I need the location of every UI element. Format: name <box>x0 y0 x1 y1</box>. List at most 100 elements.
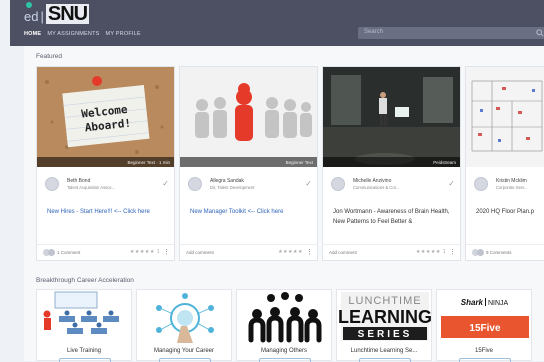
commenter-avatar <box>477 249 484 256</box>
banner-line1: LUNCHTIME <box>348 295 421 307</box>
check-icon[interactable]: ✓ <box>448 179 455 188</box>
tile-label: Live Training <box>66 348 102 354</box>
author-name: Beth Bond <box>67 178 91 184</box>
card-thumbnail-floorplan <box>466 67 544 167</box>
avatar <box>188 177 202 191</box>
tile-label: 15Five <box>474 348 493 354</box>
card-title-link[interactable]: New Manager Toolkit <-- Click here <box>190 207 314 217</box>
featured-card[interactable]: Peidstream Michelle Anzivino Communicati… <box>322 66 461 261</box>
comment-count[interactable]: 1 Comment <box>57 250 80 255</box>
more-options-icon[interactable]: ⋮ <box>449 248 456 256</box>
standout-figures-image <box>180 67 317 167</box>
search-input[interactable]: Search <box>358 27 544 39</box>
presentation-room-image <box>323 67 460 167</box>
check-icon[interactable]: ✓ <box>162 179 169 188</box>
card-tag: Beginner Text <box>180 157 317 167</box>
course-tile-15five[interactable]: Shark NINJA 15Five 15Five <box>436 289 532 362</box>
search-icon[interactable] <box>536 29 544 37</box>
add-comment-link[interactable]: Add comment <box>329 250 357 255</box>
add-comment-link[interactable]: Add comment <box>186 250 214 255</box>
tile-image: LUNCHTIME LEARNING SERIES <box>337 290 431 343</box>
author-role: Dir, Talent Development <box>210 185 255 190</box>
rating-stars[interactable]: ★★★★★ 1 <box>416 249 446 255</box>
shark-brand: Shark <box>461 298 484 307</box>
card-tag: Peidstream <box>323 157 460 167</box>
more-options-icon[interactable]: ⋮ <box>306 248 313 256</box>
featured-card[interactable]: Kristin Mcklim Corporate Serv... 2020 HQ… <box>465 66 544 261</box>
card-footer: 1 Comment ★★★★★ 1 ⋮ <box>37 244 174 260</box>
main-nav: HOME MY ASSIGNMENTS MY PROFILE <box>24 31 141 37</box>
course-tile-lunchtime-learning[interactable]: LUNCHTIME LEARNING SERIES Lunchtime Lear… <box>336 289 432 362</box>
avatar <box>331 177 345 191</box>
main-content: Featured Welcome Aboard! Beginner Text ·… <box>24 46 544 362</box>
15five-product: 15Five <box>469 323 501 334</box>
progress-bar <box>259 358 311 362</box>
nav-my-assignments[interactable]: MY ASSIGNMENTS <box>47 31 99 37</box>
career-heading: Breakthrough Career Acceleration <box>36 277 134 284</box>
search-placeholder: Search <box>364 29 384 35</box>
course-tile-managing-others[interactable]: Managing Others <box>236 289 332 362</box>
welcome-board-image: Welcome Aboard! <box>37 67 174 167</box>
rating-stars[interactable]: ★★★★★ 1 <box>130 249 160 255</box>
logo-separator: | <box>40 9 44 24</box>
card-author[interactable]: Beth Bond Talent Acquisition Assoc... ✓ <box>45 177 173 193</box>
card-footer: 9 Comments <box>466 244 544 260</box>
team-people-image <box>237 290 331 343</box>
course-tile-managing-career[interactable]: Managing Your Career <box>136 289 232 362</box>
author-role: Communications & Cor... <box>353 185 400 190</box>
card-author[interactable]: Allegra Sandak Dir, Talent Development ✓ <box>188 177 316 193</box>
card-tag: Beginner Text · 1 min <box>37 157 174 167</box>
avatar <box>45 177 59 191</box>
author-role: Corporate Serv... <box>496 185 528 190</box>
card-footer: Add comment ★★★★★ 1 ⋮ <box>323 244 460 260</box>
author-role: Talent Acquisition Assoc... <box>67 185 116 190</box>
avatar <box>474 177 488 191</box>
author-name: Allegra Sandak <box>210 178 244 184</box>
tile-image <box>37 290 131 343</box>
classroom-image <box>37 290 131 343</box>
career-touch-image <box>137 290 231 343</box>
commenter-avatar <box>48 249 55 256</box>
tile-image <box>137 290 231 343</box>
banner-line2: LEARNING <box>338 307 431 327</box>
tile-image: Shark NINJA 15Five <box>437 290 531 343</box>
progress-bar <box>159 358 211 362</box>
15five-banner: Shark NINJA 15Five <box>437 290 531 343</box>
comment-count[interactable]: 9 Comments <box>486 250 512 255</box>
card-title-link[interactable]: New Hires - Start Here!!! <-- Click here <box>47 207 171 217</box>
lunchtime-learning-banner: LUNCHTIME LEARNING SERIES <box>337 290 431 343</box>
card-footer: Add comment ★★★★★ ⋮ <box>180 244 317 260</box>
author-name: Michelle Anzivino <box>353 178 392 184</box>
logo-ed-text: ed <box>24 9 39 24</box>
progress-bar <box>359 358 411 362</box>
featured-heading: Featured <box>36 53 63 60</box>
featured-card[interactable]: Beginner Text Allegra Sandak Dir, Talent… <box>179 66 318 261</box>
tile-label: Managing Your Career <box>153 348 215 354</box>
logo-snu-text: SNU <box>45 3 90 25</box>
card-thumbnail-welcome: Welcome Aboard! Beginner Text · 1 min <box>37 67 174 167</box>
card-thumbnail-talk: Peidstream <box>323 67 460 167</box>
more-options-icon[interactable]: ⋮ <box>163 248 170 256</box>
top-bar: ed | SNU HOME MY ASSIGNMENTS MY PROFILE … <box>10 0 544 46</box>
nav-home[interactable]: HOME <box>24 31 41 37</box>
ed-snu-logo[interactable]: ed | SNU <box>24 2 90 25</box>
card-title[interactable]: 2020 HQ Floor Plan.p <box>476 207 544 217</box>
progress-bar <box>459 358 511 362</box>
featured-card[interactable]: Welcome Aboard! Beginner Text · 1 min Be… <box>36 66 175 261</box>
tile-image <box>237 290 331 343</box>
logo-dot-icon <box>26 2 32 8</box>
tile-label: Lunchtime Learning Se... <box>350 348 418 354</box>
card-author[interactable]: Michelle Anzivino Communications & Cor..… <box>331 177 459 193</box>
card-author[interactable]: Kristin Mcklim Corporate Serv... <box>474 177 544 193</box>
nav-my-profile[interactable]: MY PROFILE <box>106 31 141 37</box>
author-name: Kristin Mcklim <box>496 178 527 184</box>
check-icon[interactable]: ✓ <box>305 179 312 188</box>
course-tile-live-training[interactable]: Live Training <box>36 289 132 362</box>
card-title[interactable]: Jon Wortmann - Awareness of Brain Health… <box>333 207 457 227</box>
tile-label: Managing Others <box>260 348 308 354</box>
ninja-brand: NINJA <box>488 300 509 307</box>
floor-plan-image <box>466 67 544 167</box>
banner-line3: SERIES <box>358 329 413 340</box>
rating-stars[interactable]: ★★★★★ <box>278 249 303 255</box>
card-thumbnail-figures: Beginner Text <box>180 67 317 167</box>
